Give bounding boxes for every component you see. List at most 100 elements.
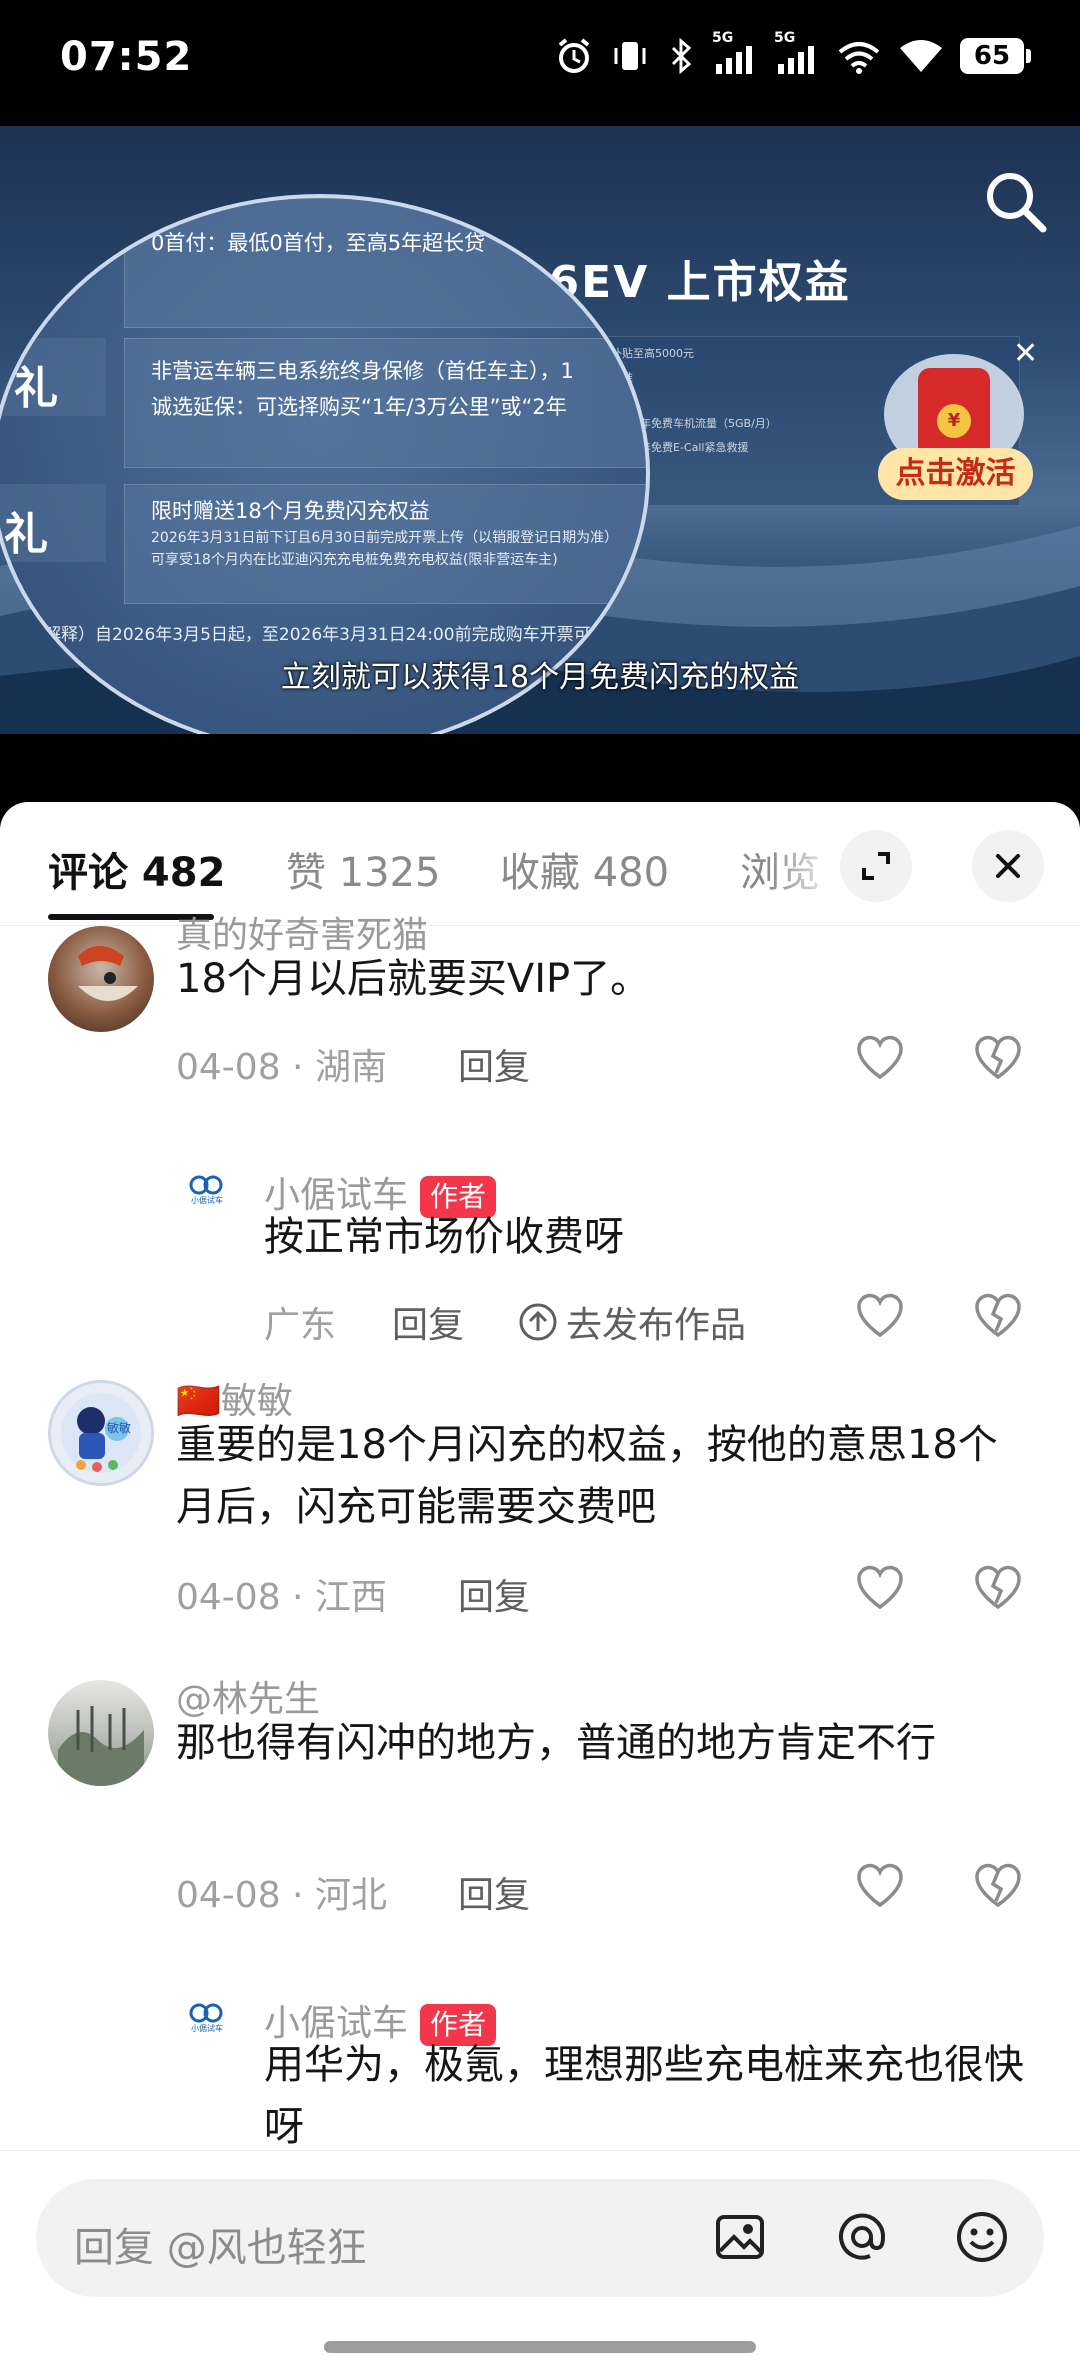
- dislike-button[interactable]: [970, 1288, 1026, 1344]
- comment-reply-item: 小倨试车 小倨试车 作者 用华为，极氪，理想那些充电桩来充也很快呀: [0, 1970, 1080, 2170]
- broken-heart-icon: [975, 1565, 1021, 1610]
- comment-date: 04-08: [176, 1047, 281, 1088]
- reply-button[interactable]: 回复: [458, 1866, 530, 1918]
- avatar-text: 敏敏: [107, 1421, 132, 1435]
- magnifier-text: 诚选延保：可选择购买“1年/3万公里”或“2年: [151, 395, 567, 419]
- comment-location: 湖南: [314, 1047, 387, 1088]
- comment-meta: 04-08 · 湖南: [176, 1047, 387, 1088]
- avatar-logo-text: 小倨试车: [191, 1195, 223, 1205]
- image-icon[interactable]: [712, 2209, 768, 2265]
- dislike-button[interactable]: [970, 1858, 1026, 1914]
- upload-icon: [519, 1303, 557, 1341]
- home-indicator[interactable]: [324, 2341, 756, 2353]
- video-player[interactable]: D6EV 上市权益 补贴至高5000元 为准 全系2年免费车机流量（5GB/月）…: [0, 126, 1080, 734]
- comment-meta: 04-08 · 江西: [176, 1577, 387, 1618]
- like-button[interactable]: [852, 1858, 908, 1914]
- expand-button[interactable]: [840, 830, 912, 902]
- comment-item: 真的好奇害死猫 18个月以后就要买VIP了。 04-08 · 湖南 回复: [0, 915, 1080, 1152]
- magnifier-text: 可享受18个月内在比亚迪闪充充电桩免费充电权益(限非营运车主): [151, 552, 558, 568]
- comment-date: 04-08: [176, 1875, 281, 1916]
- video-bottom-bar: [0, 734, 1080, 802]
- dislike-button[interactable]: [970, 1030, 1026, 1086]
- coin-icon: ¥: [937, 404, 971, 438]
- comment-text: 按正常市场价收费呀: [264, 1214, 624, 1260]
- reply-button[interactable]: 回复: [458, 1568, 530, 1620]
- comment-meta: 04-08 · 河北: [176, 1875, 387, 1916]
- reply-button[interactable]: 回复: [458, 1038, 530, 1090]
- broken-heart-icon: [975, 1035, 1021, 1080]
- author-avatar[interactable]: 小倨试车: [172, 1982, 242, 2052]
- like-button[interactable]: [852, 1560, 908, 1616]
- comment-date: 04-08: [176, 1577, 281, 1618]
- heart-icon: [857, 1863, 903, 1908]
- network-label: 5G: [774, 30, 796, 46]
- reply-placeholder: 回复 @风也轻狂: [74, 2225, 367, 2271]
- video-subtitle: 立刻就可以获得18个月免费闪充的权益: [280, 660, 800, 695]
- network-label: 5G: [712, 30, 734, 46]
- tab-fade: [770, 822, 840, 912]
- avatar[interactable]: [48, 1680, 154, 1786]
- tab-comments[interactable]: 评论 482: [48, 840, 225, 898]
- comment-item: 敏敏 🇨🇳敏敏 重要的是18个月闪充的权益，按他的意思18个月后，闪充可能需要交…: [0, 1378, 1080, 1668]
- tab-likes[interactable]: 赞 1325: [286, 840, 441, 898]
- publish-label: 去发布作品: [566, 1305, 747, 1346]
- magnifier-row: 限时赠送18个月免费闪充权益 2026年3月31日前下订且6月30日前完成开票上…: [124, 484, 646, 604]
- alarm-icon: [558, 38, 590, 73]
- magnifier-text: 非营运车辆三电系统终身保修（首任车主），1: [151, 359, 574, 383]
- signal-icon: 5G: [712, 30, 758, 76]
- like-button[interactable]: [852, 1288, 908, 1344]
- wifi-icon: [900, 40, 942, 72]
- magnifier-side-label: 礼: [0, 484, 106, 562]
- avatar[interactable]: 敏敏: [48, 1380, 154, 1486]
- magnifier-text: 2026年3月31日前下订且6月30日前完成开票上传（以销服登记日期为准）: [151, 530, 619, 546]
- expand-icon: [862, 852, 890, 880]
- status-bar: 07:52 5G 5G 65: [0, 0, 1080, 126]
- comment-text: 18个月以后就要买VIP了。: [176, 956, 651, 1002]
- battery-icon: 65: [960, 38, 1031, 74]
- at-icon[interactable]: [834, 2209, 890, 2265]
- author-avatar[interactable]: 小倨试车: [172, 1154, 242, 1224]
- magnifier-row: 非营运车辆三电系统终身保修（首任车主），1 诚选延保：可选择购买“1年/3万公里…: [124, 338, 646, 468]
- comment-location: 广东: [264, 1305, 337, 1346]
- comment-location: 河北: [314, 1875, 387, 1916]
- dislike-button[interactable]: [970, 1560, 1026, 1616]
- signal-icon: 5G: [774, 30, 820, 76]
- comment-item: @林先生 那也得有闪冲的地方，普通的地方肯定不行 04-08 · 河北 回复: [0, 1676, 1080, 1976]
- magnifier-text: 0首付：最低0首付，至高5年超长贷: [151, 231, 486, 255]
- magnifier-row: 0首付：最低0首付，至高5年超长贷: [124, 198, 646, 328]
- comment-text: 重要的是18个月闪充的权益，按他的意思18个月后，闪充可能需要交费吧: [176, 1422, 998, 1530]
- close-icon: [996, 854, 1020, 878]
- promo-label[interactable]: 点击激活: [878, 448, 1033, 500]
- reply-button[interactable]: 回复: [392, 1296, 464, 1348]
- bluetooth-icon: [671, 37, 692, 75]
- status-icons: 5G 5G 65: [554, 30, 1031, 76]
- magnifier-text: 单独解释）自2026年3月5日起，至2026年3月31日24:00前完成购车开票…: [10, 625, 625, 645]
- vibrate-icon: [614, 42, 646, 70]
- emoji-icon[interactable]: [954, 2209, 1010, 2265]
- hotspot-icon: [838, 42, 880, 74]
- magnifier-side-label: 礼: [0, 338, 106, 416]
- broken-heart-icon: [975, 1863, 1021, 1908]
- comment-text: 用华为，极氪，理想那些充电桩来充也很快呀: [264, 2042, 1024, 2150]
- reply-input[interactable]: 回复 @风也轻狂: [36, 2179, 1044, 2297]
- tab-favorites[interactable]: 收藏 480: [500, 840, 669, 898]
- publish-work-button[interactable]: 去发布作品: [518, 1296, 746, 1348]
- broken-heart-icon: [975, 1293, 1021, 1338]
- magnifier-text: 限时赠送18个月免费闪充权益: [151, 499, 430, 523]
- promo-red-packet[interactable]: ¥ 点击激活: [878, 354, 1033, 500]
- avatar[interactable]: [48, 926, 154, 1032]
- close-button[interactable]: [972, 830, 1044, 902]
- heart-icon: [857, 1565, 903, 1610]
- heart-icon: [857, 1035, 903, 1080]
- comment-location: 江西: [314, 1577, 387, 1618]
- search-icon[interactable]: [980, 166, 1050, 240]
- tab-bar: 评论 482 赞 1325 收藏 480 浏览: [0, 802, 1080, 926]
- like-button[interactable]: [852, 1030, 908, 1086]
- comment-reply-item: 小倨试车 小倨试车 作者 按正常市场价收费呀 广东 回复 去发布作品: [0, 1142, 1080, 1362]
- status-time: 07:52: [60, 34, 193, 80]
- avatar-logo-text: 小倨试车: [191, 2023, 223, 2033]
- reply-input-area: 回复 @风也轻狂: [0, 2150, 1080, 2376]
- comment-text: 那也得有闪冲的地方，普通的地方肯定不行: [176, 1720, 936, 1766]
- comment-sheet: 评论 482 赞 1325 收藏 480 浏览 真的好奇害死猫 18个月以后就要…: [0, 802, 1080, 2376]
- heart-icon: [857, 1293, 903, 1338]
